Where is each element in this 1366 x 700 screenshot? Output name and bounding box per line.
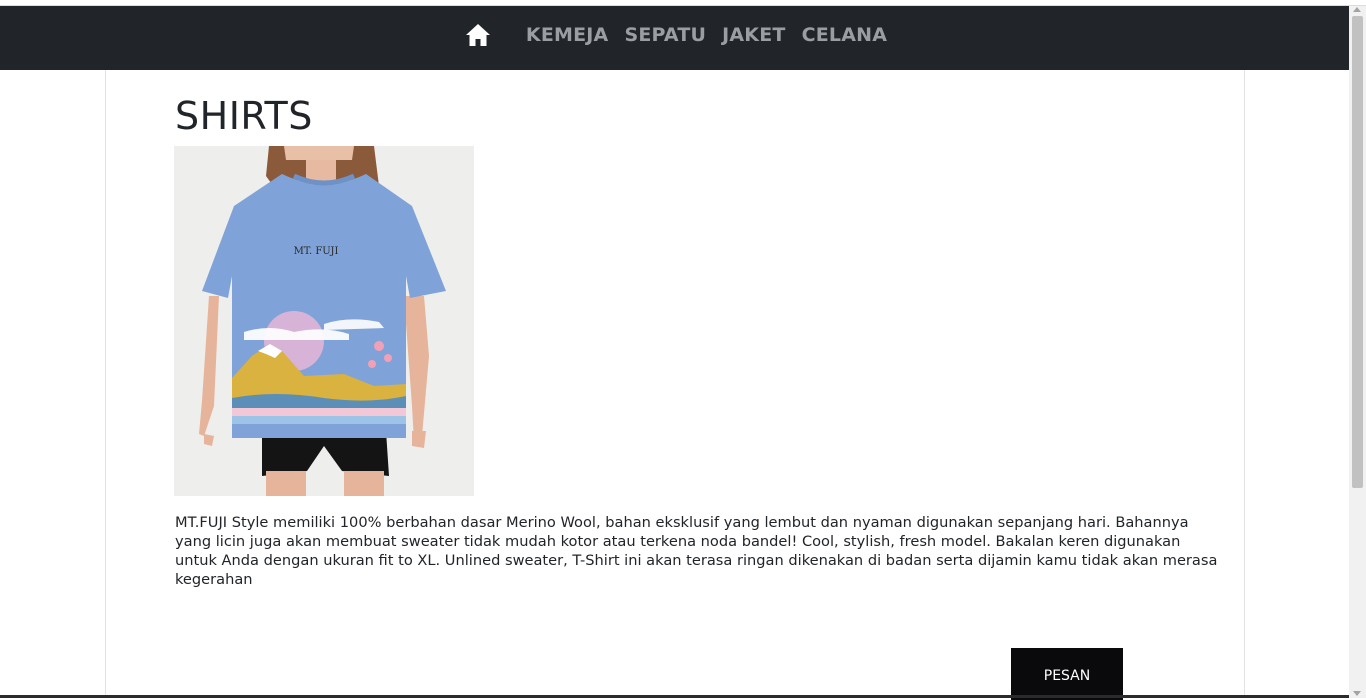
main-container: SHIRTS MT. FUJI MT.FUJI Style memiliki 1… [105, 70, 1245, 700]
home-link[interactable] [462, 19, 494, 51]
page-scrollbar[interactable] [1349, 6, 1366, 698]
product-image: MT. FUJI [174, 146, 474, 496]
scroll-thumb[interactable] [1352, 16, 1363, 488]
product-description: MT.FUJI Style memiliki 100% berbahan das… [175, 514, 1218, 588]
home-icon [465, 24, 490, 46]
nav-link-sepatu[interactable]: SEPATU [624, 24, 706, 46]
tshirt-illustration: MT. FUJI [174, 146, 474, 496]
page-title: SHIRTS [175, 94, 313, 138]
tshirt-print-text: MT. FUJI [294, 246, 339, 257]
nav-link-celana[interactable]: CELANA [802, 24, 888, 46]
navbar: KEMEJA SEPATU JAKET CELANA [0, 6, 1349, 70]
nav-links: KEMEJA SEPATU JAKET CELANA [462, 19, 887, 51]
nav-link-jaket[interactable]: JAKET [722, 24, 785, 46]
nav-link-kemeja[interactable]: KEMEJA [526, 24, 609, 46]
scroll-down-icon[interactable] [1353, 691, 1361, 696]
order-button[interactable]: PESAN [1011, 648, 1123, 700]
scroll-up-icon[interactable] [1353, 7, 1361, 12]
